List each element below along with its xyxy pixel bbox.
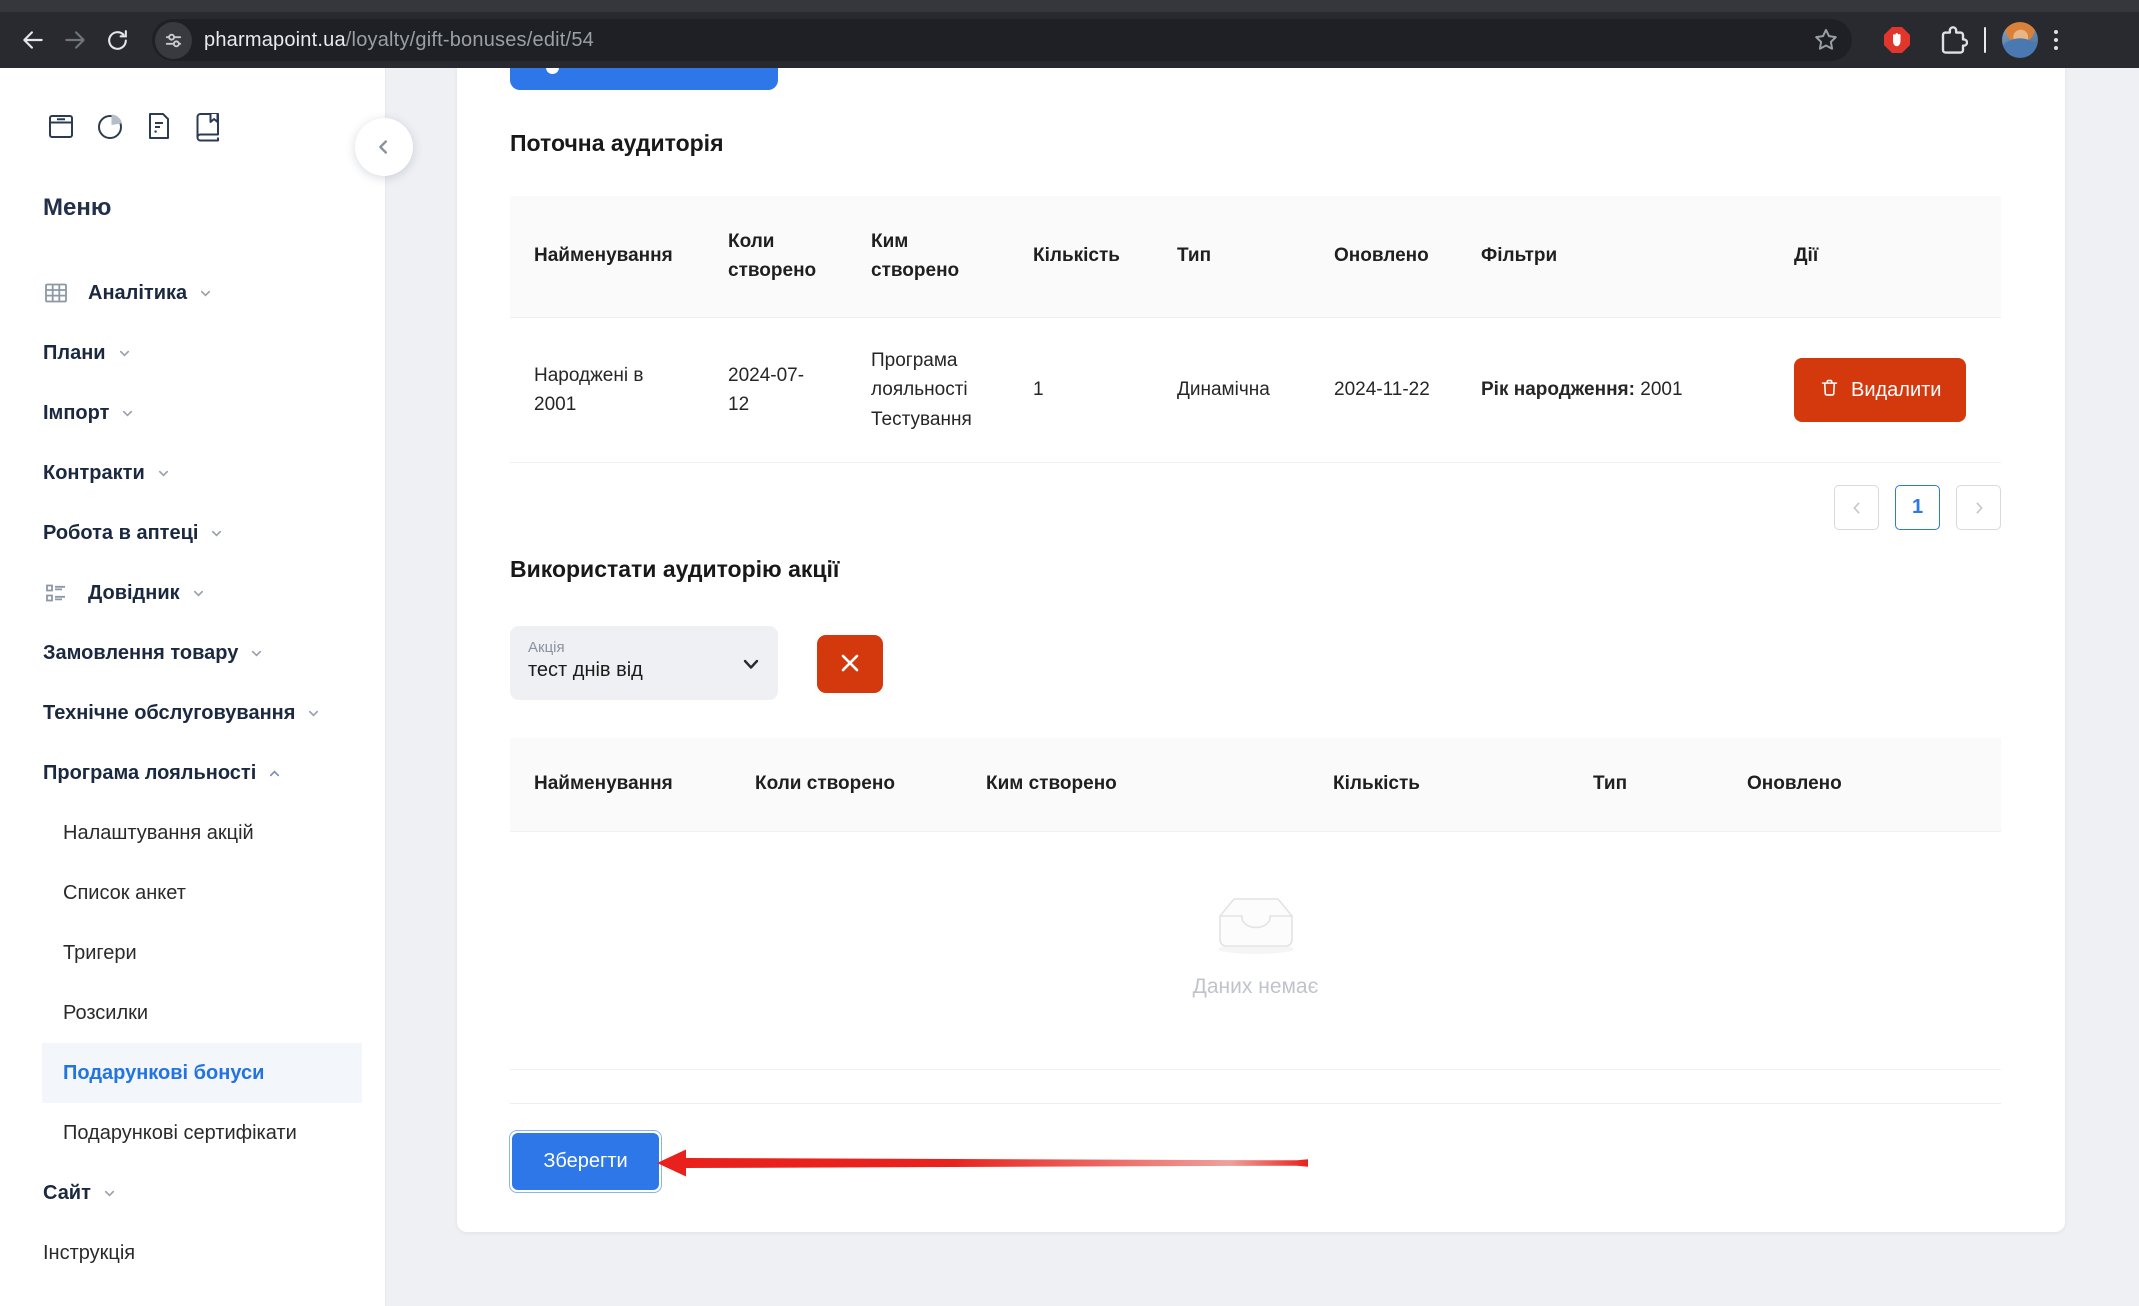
sidebar-item-directory[interactable]: Довідник (0, 563, 385, 623)
pagination: 1 (510, 485, 2001, 530)
site-info-icon[interactable] (155, 22, 192, 59)
promo-select[interactable]: Акція тест днів від (510, 626, 778, 700)
chevron-down-icon (249, 646, 264, 661)
close-icon (837, 650, 863, 679)
col-actions: Дії (1770, 196, 2001, 318)
toolbar-divider (1984, 27, 1986, 53)
browser-toolbar: pharmapoint.ua/loyalty/gift-bonuses/edit… (0, 12, 2139, 68)
cell-filters: Рік народження: 2001 (1457, 318, 1770, 463)
chevron-down-icon (156, 466, 171, 481)
profile-avatar[interactable] (2002, 22, 2038, 58)
sidebar: Меню Аналітика Плани Імпорт Контракти Ро… (0, 68, 386, 1306)
browser-chrome: pharmapoint.ua/loyalty/gift-bonuses/edit… (0, 0, 2139, 68)
chevron-down-icon (102, 1186, 117, 1201)
cell-count: 1 (1009, 318, 1153, 463)
cell-actions: Видалити (1770, 318, 2001, 463)
annotation-arrow (657, 1146, 1317, 1180)
save-button[interactable]: Зберегти (512, 1133, 659, 1190)
cell-created-when: 2024-07-12 (704, 318, 847, 463)
sidebar-item-maintenance[interactable]: Технічне обслуговування (0, 683, 385, 743)
col-type: Тип (1153, 196, 1310, 318)
empty-state-text: Даних немає (1193, 975, 1319, 999)
pie-chart-icon[interactable] (94, 110, 126, 147)
extensions-puzzle-icon[interactable] (1938, 25, 1968, 55)
sidebar-item-import[interactable]: Імпорт (0, 383, 385, 443)
sidebar-item-promo-settings[interactable]: Налаштування акцій (0, 803, 385, 863)
forward-icon[interactable] (54, 19, 96, 61)
sidebar-item-loyalty-program[interactable]: Програма лояльності (0, 743, 385, 803)
sidebar-item-gift-bonuses[interactable]: Подарункові бонуси (0, 1043, 385, 1103)
cell-updated: 2024-11-22 (1310, 318, 1457, 463)
url-path: /loyalty/gift-bonuses/edit/54 (346, 29, 594, 51)
url-host: pharmapoint.ua (204, 29, 346, 51)
sidebar-item-analytics[interactable]: Аналітика (0, 263, 385, 323)
sidebar-item-triggers[interactable]: Тригери (0, 923, 385, 983)
chevron-down-icon (740, 653, 762, 680)
sidebar-item-instruction[interactable]: Інструкція (0, 1223, 385, 1283)
chevron-down-icon (209, 526, 224, 541)
table-row: Народжені в 2001 2024-07-12 Програма лоя… (510, 318, 2001, 463)
top-cut-button[interactable] (510, 68, 778, 90)
use-audience-title: Використати аудиторію акції (510, 556, 839, 583)
promo-select-label: Акція (528, 639, 760, 656)
sidebar-quick-icons (45, 110, 224, 147)
current-audience-table: Найменування Коли створено Ким створено … (510, 196, 2001, 463)
url-bar[interactable]: pharmapoint.ua/loyalty/gift-bonuses/edit… (152, 19, 1852, 61)
table-header-row: Найменування Коли створено Ким створено … (510, 196, 2001, 318)
cell-created-by: Програма лояльності Тестування (847, 318, 1009, 463)
tab-strip (0, 0, 2139, 12)
table-bottom-divider (510, 1103, 2001, 1104)
chevron-up-icon (267, 766, 282, 781)
sidebar-item-plans[interactable]: Плани (0, 323, 385, 383)
col-filters: Фільтри (1457, 196, 1770, 318)
col-updated: Оновлено (1310, 196, 1457, 318)
col-created-by: Ким створено (847, 196, 1009, 318)
sidebar-item-site[interactable]: Сайт (0, 1163, 385, 1223)
chrome-menu-icon[interactable] (2054, 30, 2058, 50)
col-name: Найменування (510, 196, 704, 318)
chevron-down-icon (117, 346, 132, 361)
cell-name: Народжені в 2001 (510, 318, 704, 463)
empty-state: Даних немає (510, 818, 2001, 1070)
cell-type: Динамічна (1153, 318, 1310, 463)
button-icon-fragment (546, 68, 559, 74)
archive-box-icon[interactable] (45, 110, 77, 147)
main-content-card: Поточна аудиторія Найменування Коли ство… (457, 68, 2065, 1232)
url-text: pharmapoint.ua/loyalty/gift-bonuses/edit… (204, 29, 594, 52)
adblock-icon[interactable] (1882, 25, 1912, 55)
sidebar-collapse-button[interactable] (355, 118, 413, 176)
trash-icon (1819, 377, 1840, 404)
current-audience-title: Поточна аудиторія (510, 130, 724, 157)
promo-select-value: тест днів від (528, 659, 760, 682)
pagination-next-button[interactable] (1956, 485, 2001, 530)
chevron-down-icon (191, 586, 206, 601)
sidebar-item-goods-order[interactable]: Замовлення товару (0, 623, 385, 683)
col-created-when: Коли створено (704, 196, 847, 318)
delete-button[interactable]: Видалити (1794, 358, 1966, 422)
document-icon[interactable] (143, 110, 175, 147)
list-icon (43, 580, 71, 606)
empty-inbox-icon (1210, 890, 1302, 961)
sidebar-nav: Аналітика Плани Імпорт Контракти Робота … (0, 263, 385, 1283)
chevron-down-icon (198, 286, 213, 301)
back-icon[interactable] (12, 19, 54, 61)
clear-selection-button[interactable] (817, 635, 883, 693)
pagination-prev-button[interactable] (1834, 485, 1879, 530)
book-icon[interactable] (192, 110, 224, 147)
grid-icon (43, 280, 71, 306)
chevron-down-icon (120, 406, 135, 421)
sidebar-item-pharmacy-work[interactable]: Робота в аптеці (0, 503, 385, 563)
chevron-down-icon (306, 706, 321, 721)
sidebar-menu-title: Меню (43, 194, 111, 222)
col-count: Кількість (1009, 196, 1153, 318)
bookmark-star-icon[interactable] (1812, 26, 1840, 54)
sidebar-item-contracts[interactable]: Контракти (0, 443, 385, 503)
reload-icon[interactable] (96, 19, 138, 61)
sidebar-item-mailings[interactable]: Розсилки (0, 983, 385, 1043)
sidebar-item-gift-certificates[interactable]: Подарункові сертифікати (0, 1103, 385, 1163)
sidebar-item-questionnaires[interactable]: Список анкет (0, 863, 385, 923)
pagination-page-1[interactable]: 1 (1895, 485, 1940, 530)
